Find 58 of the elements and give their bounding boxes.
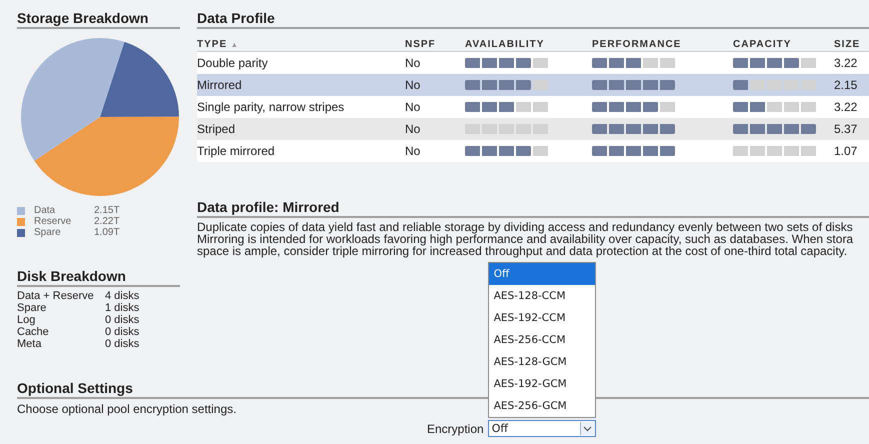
table-cell: Single parity, narrow stripes: [197, 100, 344, 114]
column-header[interactable]: PERFORMANCE: [592, 39, 682, 50]
section-title: Storage Breakdown: [17, 10, 180, 29]
legend-label: Data: [34, 205, 56, 216]
table-cell: No: [405, 56, 420, 70]
table-row[interactable]: Triple mirrored No 1.07: [197, 140, 869, 162]
section-title: Data Profile: [197, 10, 869, 29]
dropdown-option[interactable]: Off: [488, 263, 595, 285]
table-cell: No: [405, 122, 420, 136]
profile-description: Duplicate copies of data yield fast and reliable storage by dividing access and redundancy evenly between two sets of disks Mirroring is intended for workloads favoring high performance and availability over capacity, such as databases. When stora space is ample, consider triple mirroring for increased throughput and data protection at the cost of one-third total capacity.: [197, 221, 854, 257]
table-cell: Striped: [197, 122, 236, 136]
disk-count: 0 disks: [105, 338, 140, 350]
caret-icon[interactable]: [580, 422, 595, 435]
section-title: Disk Breakdown: [17, 268, 180, 287]
dropdown-option[interactable]: AES-128-CCM: [488, 285, 595, 307]
table-cell: No: [405, 144, 420, 158]
encryption-label: Encryption: [427, 422, 484, 436]
disk-count: 1 disks: [105, 302, 140, 314]
disk-label: Log: [17, 314, 36, 326]
disk-count: 0 disks: [105, 314, 140, 326]
encryption-select[interactable]: Off: [488, 420, 596, 437]
column-header[interactable]: NSPF: [405, 39, 436, 50]
disk-label: Data + Reserve: [17, 290, 95, 302]
dropdown-option[interactable]: AES-192-CCM: [488, 307, 595, 329]
dropdown-option[interactable]: AES-128-GCM: [488, 351, 595, 373]
column-header[interactable]: SIZE: [834, 39, 860, 50]
section-title: Data profile: Mirrored: [197, 199, 869, 218]
table-cell: No: [405, 78, 420, 92]
table-row[interactable]: Striped No 5.37: [197, 118, 869, 140]
dropdown-option[interactable]: AES-256-GCM: [488, 395, 595, 417]
legend-value: 1.09T: [94, 227, 120, 238]
table-cell: 3.22: [834, 56, 858, 70]
disk-count: 0 disks: [105, 326, 140, 338]
table-cell: No: [405, 100, 420, 114]
table-cell: 3.22: [834, 100, 858, 114]
table-cell: Double parity: [197, 56, 268, 70]
table-cell: 2.15: [834, 78, 858, 92]
disk-label: Spare: [17, 302, 48, 314]
disk-label: Meta: [17, 338, 42, 350]
disk-label: Cache: [17, 326, 50, 338]
dropdown-option[interactable]: AES-256-CCM: [488, 329, 595, 351]
column-header[interactable]: TYPE: [197, 39, 228, 50]
table-row[interactable]: Mirrored No 2.15: [197, 74, 869, 96]
legend-value: 2.15T: [94, 205, 120, 216]
settings-description: Choose optional pool encryption settings.: [17, 402, 236, 416]
column-header[interactable]: CAPACITY: [733, 39, 792, 50]
dropdown-option[interactable]: AES-192-GCM: [488, 373, 595, 395]
legend-value: 2.22T: [94, 216, 120, 227]
table-cell: Triple mirrored: [197, 144, 275, 158]
table-cell: 1.07: [834, 144, 858, 158]
table-cell: Mirrored: [197, 78, 242, 92]
column-header[interactable]: AVAILABILITY: [465, 39, 544, 50]
table-row[interactable]: Double parity No 3.22: [197, 52, 869, 74]
legend-label: Reserve: [34, 216, 72, 227]
table-cell: 5.37: [834, 122, 858, 136]
legend-label: Spare: [34, 227, 62, 238]
table-row[interactable]: Single parity, narrow stripes No 3.22: [197, 96, 869, 118]
disk-count: 4 disks: [105, 290, 140, 302]
